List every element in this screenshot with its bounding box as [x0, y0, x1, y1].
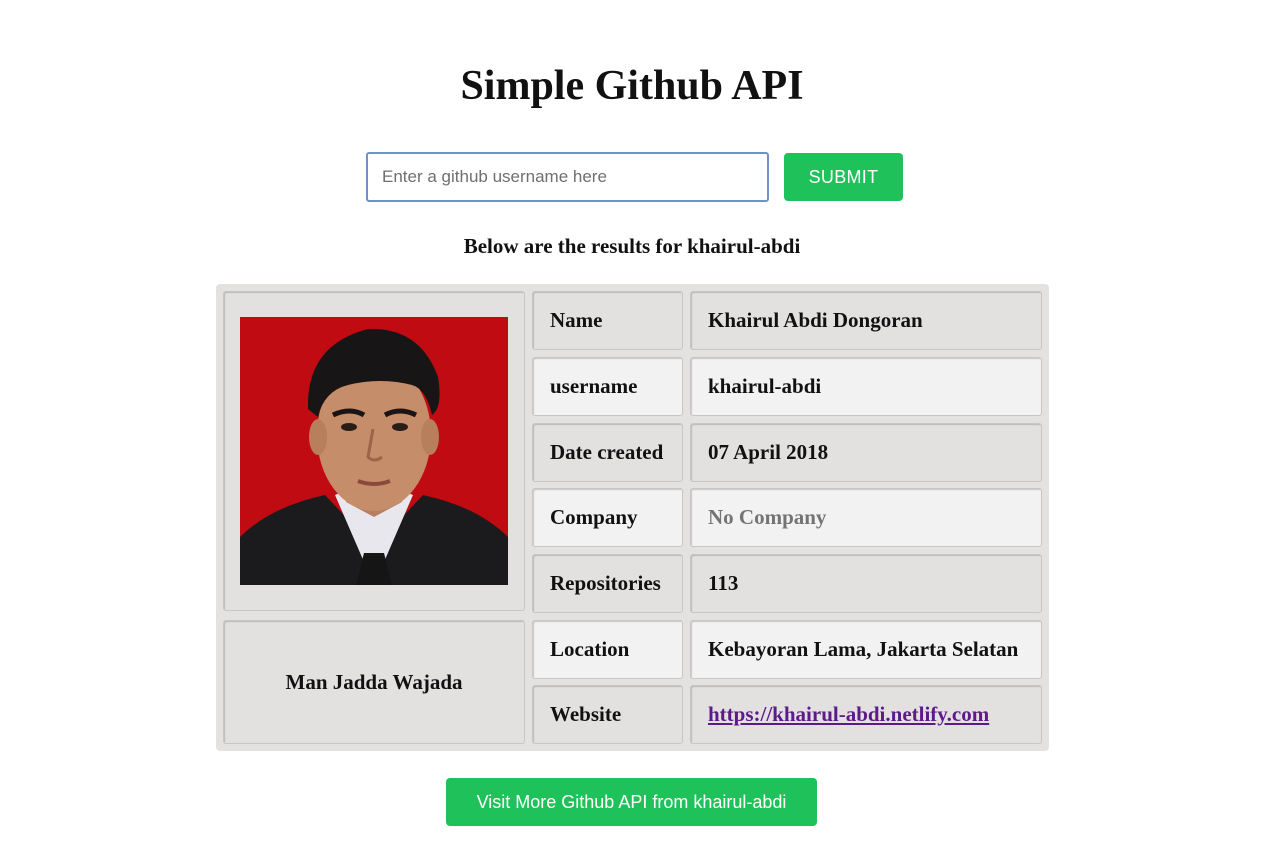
label-repositories: Repositories	[532, 554, 683, 613]
row-label: Website	[550, 702, 622, 726]
row-label: Location	[550, 637, 630, 661]
row-label: Company	[550, 505, 638, 529]
row-label: username	[550, 374, 638, 398]
results-heading: Below are the results for khairul-abdi	[463, 234, 801, 258]
submit-button[interactable]: SUBMIT	[784, 153, 903, 201]
row-value: Khairul Abdi Dongoran	[708, 308, 923, 332]
row-label: Repositories	[550, 571, 661, 595]
row-value: khairul-abdi	[708, 374, 822, 398]
username-search-input[interactable]	[366, 152, 769, 202]
value-username: khairul-abdi	[690, 357, 1042, 416]
label-location: Location	[532, 620, 683, 679]
row-value: No Company	[708, 505, 827, 529]
row-label: Name	[550, 308, 603, 332]
value-name: Khairul Abdi Dongoran	[690, 291, 1042, 350]
value-date-created: 07 April 2018	[690, 423, 1042, 482]
row-value: Kebayoran Lama, Jakarta Selatan	[708, 637, 1019, 661]
motto-text: Man Jadda Wajada	[285, 669, 463, 694]
row-label: Date created	[550, 440, 664, 464]
value-location: Kebayoran Lama, Jakarta Selatan	[690, 620, 1042, 679]
page-title: Simple Github API	[460, 63, 804, 109]
motto-cell: Man Jadda Wajada	[223, 620, 525, 744]
row-value: 07 April 2018	[708, 440, 829, 464]
value-company: No Company	[690, 488, 1042, 547]
row-value: 113	[708, 571, 739, 595]
avatar	[240, 317, 508, 585]
label-username: username	[532, 357, 683, 416]
label-website: Website	[532, 685, 683, 744]
label-name: Name	[532, 291, 683, 350]
search-bar: SUBMIT	[366, 152, 903, 202]
website-link[interactable]: https://khairul-abdi.netlify.com	[708, 702, 989, 727]
profile-card: Man Jadda Wajada Name Khairul Abdi Dongo…	[216, 284, 1049, 751]
avatar-cell	[223, 291, 525, 611]
visit-more-button[interactable]: Visit More Github API from khairul-abdi	[446, 778, 817, 826]
label-company: Company	[532, 488, 683, 547]
label-date-created: Date created	[532, 423, 683, 482]
value-repositories: 113	[690, 554, 1042, 613]
value-website: https://khairul-abdi.netlify.com	[690, 685, 1042, 744]
